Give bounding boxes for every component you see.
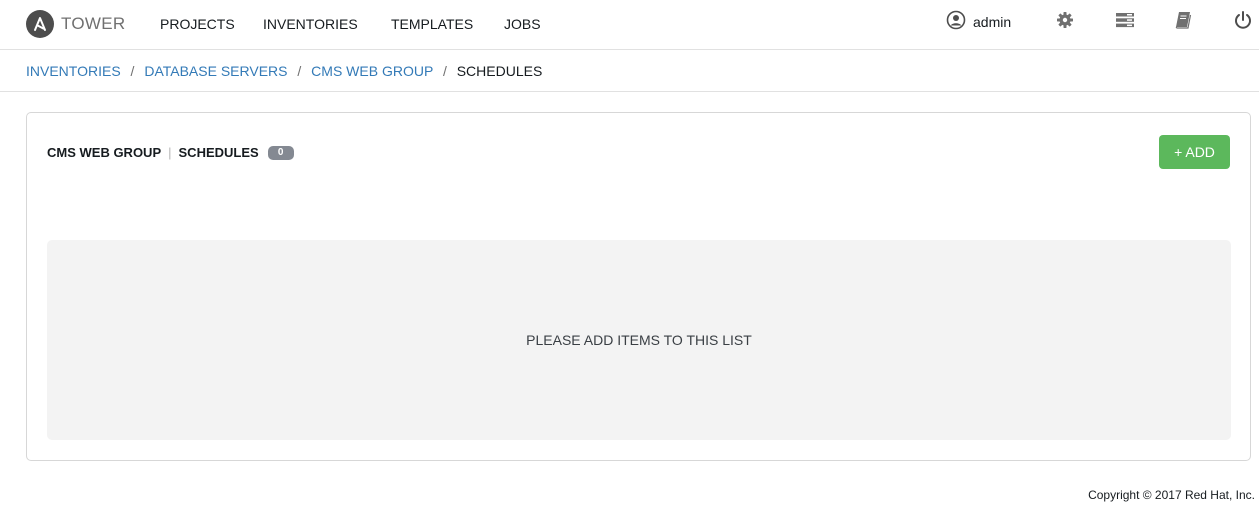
portal-mode-button[interactable] (1115, 10, 1135, 34)
breadcrumb-divider (0, 91, 1259, 92)
panel-title-divider: | (168, 145, 172, 160)
schedule-count-badge: 0 (267, 145, 294, 160)
breadcrumb-database-servers[interactable]: DATABASE SERVERS (144, 63, 287, 79)
panel-title: CMS WEB GROUP | SCHEDULES 0 (47, 145, 294, 160)
breadcrumb-current: SCHEDULES (456, 63, 543, 79)
user-menu[interactable]: admin (946, 10, 1011, 34)
top-nav: TOWER PROJECTS INVENTORIES TEMPLATES JOB… (0, 0, 1259, 50)
breadcrumb-separator: / (130, 63, 135, 79)
ansible-logo-icon (26, 10, 54, 38)
logout-button[interactable] (1233, 10, 1253, 34)
settings-button[interactable] (1056, 10, 1074, 34)
power-icon (1233, 10, 1253, 35)
breadcrumb-cms-web-group[interactable]: CMS WEB GROUP (311, 63, 433, 79)
nav-jobs[interactable]: JOBS (504, 16, 541, 32)
brand-name: TOWER (61, 14, 126, 33)
docs-button[interactable] (1174, 10, 1192, 34)
add-button[interactable]: + ADD (1159, 135, 1230, 169)
breadcrumb-inventories[interactable]: INVENTORIES (26, 63, 121, 79)
brand-link[interactable]: TOWER (26, 8, 125, 40)
empty-list-message: PLEASE ADD ITEMS TO THIS LIST (526, 332, 752, 348)
portal-icon (1115, 11, 1135, 34)
schedules-panel: CMS WEB GROUP | SCHEDULES 0 + ADD PLEASE… (26, 112, 1251, 461)
user-name: admin (973, 14, 1012, 30)
panel-title-group: CMS WEB GROUP (47, 145, 162, 160)
breadcrumb: INVENTORIES / DATABASE SERVERS / CMS WEB… (26, 63, 542, 79)
nav-projects[interactable]: PROJECTS (160, 16, 235, 32)
nav-inventories[interactable]: INVENTORIES (263, 16, 358, 32)
empty-list-placeholder: PLEASE ADD ITEMS TO THIS LIST (47, 240, 1231, 440)
nav-templates[interactable]: TEMPLATES (391, 16, 473, 32)
gear-icon (1056, 11, 1074, 34)
footer-copyright: Copyright © 2017 Red Hat, Inc. (1088, 488, 1255, 502)
breadcrumb-separator: / (442, 63, 447, 79)
book-icon (1174, 11, 1192, 34)
panel-title-section: SCHEDULES (178, 145, 259, 160)
user-icon (946, 10, 966, 35)
breadcrumb-separator: / (297, 63, 302, 79)
